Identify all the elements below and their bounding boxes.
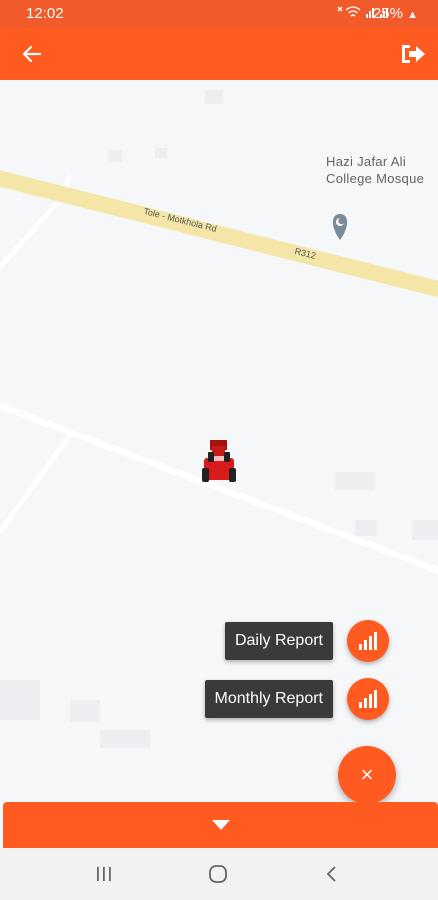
logout-button[interactable] (394, 36, 432, 72)
back-icon (326, 866, 336, 882)
recent-apps-icon (97, 867, 111, 881)
monthly-report-row: Monthly Report (204, 678, 389, 720)
close-fab-button[interactable]: × (338, 746, 396, 804)
daily-report-row: Daily Report (224, 620, 389, 662)
monthly-report-button[interactable] (347, 678, 389, 720)
signal-bars-icon (359, 690, 377, 708)
back-button[interactable] (14, 36, 50, 72)
tractor-icon[interactable] (202, 440, 236, 482)
logout-icon (402, 45, 425, 63)
status-bar: 12:02 25% ▲ (0, 0, 438, 28)
home-button[interactable] (198, 860, 238, 888)
mosque-pin-icon[interactable] (332, 214, 348, 240)
app-bar (0, 28, 438, 80)
daily-report-button[interactable] (347, 620, 389, 662)
battery-icon: ▲ (407, 9, 418, 21)
bottom-sheet-toggle[interactable] (3, 802, 438, 848)
status-time: 12:02 (26, 5, 64, 22)
poi-label: Hazi Jafar Ali College Mosque (326, 154, 425, 186)
daily-report-label[interactable]: Daily Report (224, 622, 333, 660)
signal-bars-icon (359, 632, 377, 650)
close-icon: × (360, 762, 374, 787)
battery-percent: 25% (372, 5, 403, 22)
system-nav-bar (0, 848, 438, 900)
monthly-report-label[interactable]: Monthly Report (204, 680, 333, 718)
battery-indicator: 25% ▲ (373, 5, 418, 22)
system-back-button[interactable] (312, 860, 352, 888)
recent-apps-button[interactable] (84, 860, 124, 888)
arrow-left-icon (22, 45, 42, 63)
home-icon (209, 865, 227, 883)
caret-down-icon (211, 820, 230, 830)
